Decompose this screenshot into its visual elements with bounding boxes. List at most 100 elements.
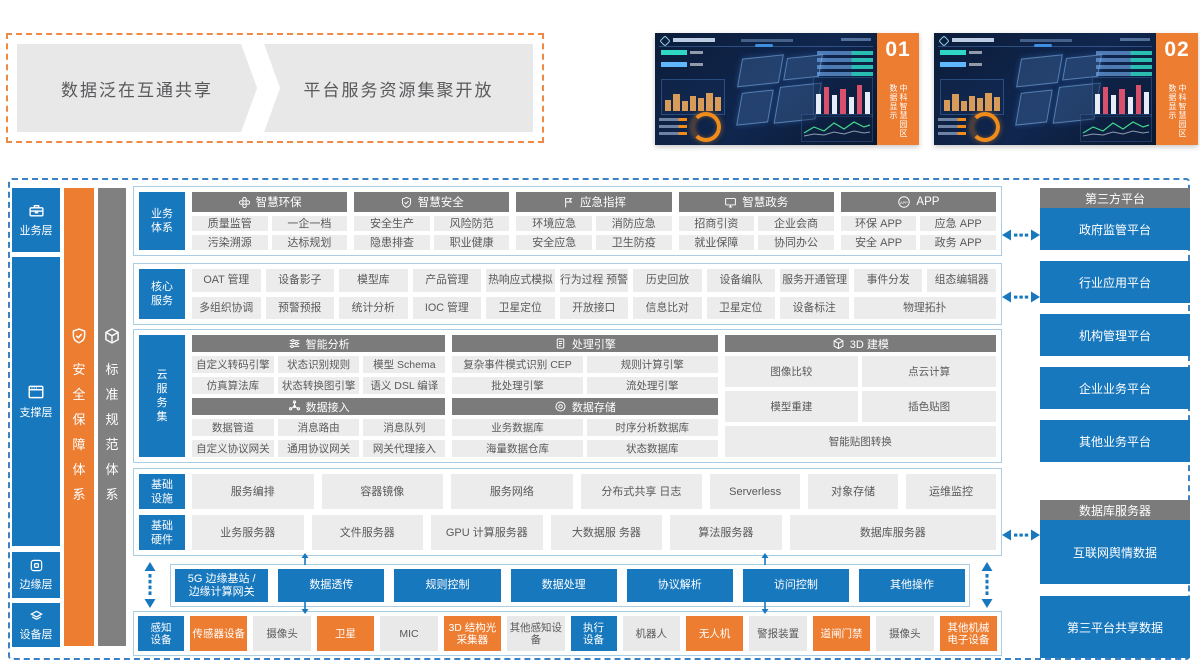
group-title: 数据接入 (306, 399, 350, 415)
device-item: 执行 设备 (571, 616, 617, 651)
group-title: APP (916, 196, 939, 208)
edge-function-box: 数据透传 (278, 569, 384, 602)
group-header: 数据接入 (192, 398, 445, 415)
third-party-platform: 行业应用平台 (1040, 261, 1190, 303)
gauge-ring (691, 112, 721, 142)
double-arrow-horizontal (1002, 290, 1040, 304)
business-group-government: 智慧政务 招商引资企业会商就业保障协同办公 (679, 192, 834, 250)
flag-icon (562, 196, 575, 209)
business-item: 招商引资 (679, 216, 755, 231)
core-service-item: IOC 管理 (413, 297, 482, 320)
section-label: 基础设施 (139, 474, 185, 509)
double-arrow-vertical (143, 562, 157, 608)
dashboard-screen (934, 33, 1156, 145)
infrastructure-row: 基础设施 服务编排容器镜像服务网络分布式共享 日志Serverless对象存储运… (139, 474, 996, 509)
core-service-item: 卫星定位 (707, 297, 776, 320)
architecture-diagram: 数据泛在互通共享 平台服务资源集聚开放 01 中科智慧园区数据显示 (0, 0, 1200, 668)
business-item: 卫生防疫 (596, 235, 672, 250)
double-arrow-horizontal (1002, 528, 1040, 542)
briefcase-icon (28, 202, 45, 219)
infrastructure-item: 服务网络 (451, 474, 573, 509)
group-header: 3D 建模 (725, 335, 996, 352)
device-items: 感知 设备传感器设备摄像头卫星MIC3D 结构光 采集器其他感知设备执行 设备机… (138, 616, 997, 651)
svg-text:APP: APP (901, 201, 909, 205)
line-chart (801, 114, 873, 142)
banner-step-1: 数据泛在互通共享 (17, 44, 257, 132)
shield-check-icon (400, 196, 413, 209)
layer-business: 业务层 (12, 188, 60, 252)
cloud-item: 时序分析数据库 (587, 419, 718, 436)
cloud-item: 智能贴图转换 (725, 426, 996, 457)
hardware-item: 业务服务器 (192, 515, 304, 550)
kpi-row (661, 62, 703, 67)
dashboard-preview-2: 02 中科智慧园区数据显示 (934, 33, 1198, 145)
core-services-rows: OAT 管理设备影子模型库产品管理热响应式模拟行为过程 预警历史回放设备编队服务… (192, 269, 996, 319)
group-title: 3D 建模 (850, 336, 889, 352)
device-item: 传感器设备 (190, 616, 247, 651)
business-item: 消防应急 (596, 216, 672, 231)
core-service-item: 事件分发 (854, 269, 923, 292)
stat-list (1096, 48, 1152, 79)
legend-rows (938, 114, 966, 139)
engine-items: 复杂事件模式识别 CEP规则计算引擎批处理引擎流处理引擎 (452, 356, 717, 394)
group-header: 应急指挥 (516, 192, 671, 212)
layer-label: 支撑层 (20, 404, 53, 420)
hardware-row: 基础硬件 业务服务器文件服务器GPU 计算服务器大数据服 务器算法服务器数据库服… (139, 515, 996, 550)
core-service-item: 开放接口 (560, 297, 629, 320)
core-service-item: 服务开通管理 (780, 269, 849, 292)
cloud-item: 复杂事件模式识别 CEP (452, 356, 583, 373)
business-item: 一企一档 (272, 216, 348, 231)
double-arrow-horizontal (1002, 228, 1040, 242)
group-header: APP APP (841, 192, 996, 212)
banner: 数据泛在互通共享 平台服务资源集聚开放 (6, 33, 544, 143)
business-item: 风险防范 (434, 216, 510, 231)
core-row-2: 多组织协调预警预报统计分析IOC 管理卫星定位开放接口信息比对卫星定位设备标注物… (192, 297, 996, 320)
business-item: 环境应急 (516, 216, 592, 231)
edge-function-box: 其他操作 (859, 569, 965, 602)
layer-device: 设备层 (12, 603, 60, 647)
window-icon (27, 383, 45, 401)
infrastructure-item: 对象存储 (808, 474, 898, 509)
edge-function-box: 数据处理 (511, 569, 617, 602)
section-core-services: 核心服务 OAT 管理设备影子模型库产品管理热响应式模拟行为过程 预警历史回放设… (133, 263, 1002, 325)
screenshot-strip: 01 中科智慧园区数据显示 (877, 33, 919, 145)
business-group-app: APP APP 环保 APP应急 APP安全 APP政务 APP (841, 192, 996, 250)
dashboard-preview-1: 01 中科智慧园区数据显示 (655, 33, 919, 145)
business-item: 企业会商 (758, 216, 834, 231)
cloud-item: 自定义转码引擎 (192, 356, 274, 373)
group-header: 智慧环保 (192, 192, 347, 212)
section-label: 业务体系 (139, 192, 185, 250)
section-edge-gateway: 5G 边缘基站 / 边缘计算网关数据透传规则控制数据处理协议解析访问控制其他操作 (170, 564, 970, 607)
group-items: 质量监管一企一档污染溯源达标规划 (192, 216, 347, 250)
hardware-item: 数据库服务器 (790, 515, 996, 550)
cloud-item: 模型 Schema (363, 356, 445, 373)
section-business-system: 业务体系 智慧环保 质量监管一企一档污染溯源达标规划 智慧安全 安全生产风险防范… (133, 186, 1002, 256)
hardware-item: 文件服务器 (312, 515, 424, 550)
legend-rows (659, 114, 687, 139)
cloud-item: 消息队列 (363, 419, 445, 436)
group-header: 智慧政务 (679, 192, 834, 212)
analysis-items: 自定义转码引擎状态识别规则模型 Schema仿真算法库状态转换图引擎语义 DSL… (192, 356, 445, 394)
screenshot-caption: 中科智慧园区数据显示 (888, 84, 908, 140)
section-label: 基础硬件 (139, 515, 185, 550)
core-service-item: 设备标注 (780, 297, 849, 320)
third-party-platform: 政府监管平台 (1040, 208, 1190, 250)
mini-bar-chart (661, 79, 725, 115)
cloud-item: 消息路由 (278, 419, 360, 436)
business-item: 安全 APP (841, 235, 917, 250)
core-row-1: OAT 管理设备影子模型库产品管理热响应式模拟行为过程 预警历史回放设备编队服务… (192, 269, 996, 292)
cloud-item: 网关代理接入 (363, 440, 445, 457)
business-item: 安全生产 (354, 216, 430, 231)
screenshot-number: 01 (885, 38, 910, 62)
cloud-item: 状态数据库 (587, 440, 718, 457)
device-item: 其他感知设备 (507, 616, 564, 651)
db-servers-header: 数据库服务器 (1040, 500, 1190, 520)
device-item: 无人机 (686, 616, 743, 651)
core-service-item: 多组织协调 (192, 297, 261, 320)
third-party-platform: 机构管理平台 (1040, 314, 1190, 356)
core-service-item: 预警预报 (266, 297, 335, 320)
business-item: 职业健康 (434, 235, 510, 250)
screenshot-number: 02 (1164, 38, 1189, 62)
core-service-item: 物理拓扑 (854, 297, 996, 320)
device-item: 摄像头 (876, 616, 933, 651)
